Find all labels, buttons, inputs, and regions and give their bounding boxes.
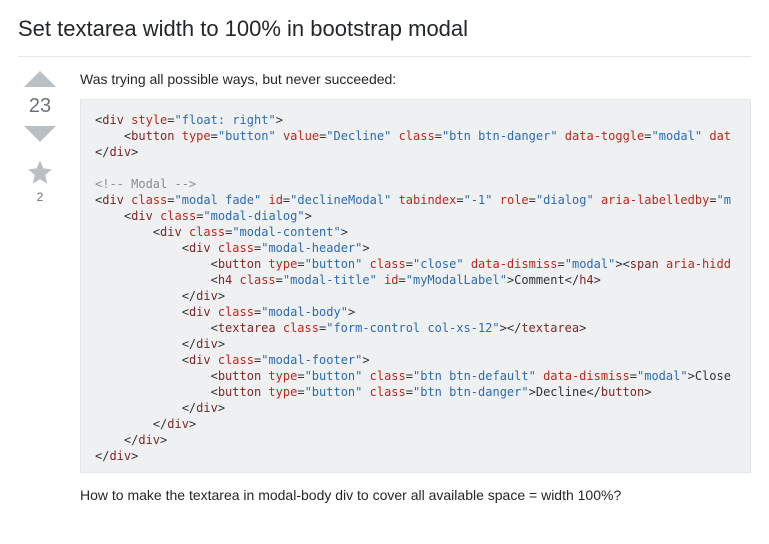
favorite-button[interactable] bbox=[24, 156, 56, 188]
question-body: 23 2 Was trying all possible ways, but n… bbox=[18, 71, 751, 503]
downvote-button[interactable] bbox=[24, 126, 56, 142]
divider bbox=[18, 56, 751, 57]
vote-column: 23 2 bbox=[18, 71, 62, 204]
favorite-count: 2 bbox=[37, 190, 44, 204]
code-content: <div style="float: right"> <button type=… bbox=[95, 112, 736, 464]
content-column: Was trying all possible ways, but never … bbox=[62, 71, 751, 503]
intro-text: Was trying all possible ways, but never … bbox=[80, 71, 751, 87]
star-icon bbox=[26, 158, 54, 186]
outro-text: How to make the textarea in modal-body d… bbox=[80, 487, 751, 503]
code-block[interactable]: <div style="float: right"> <button type=… bbox=[80, 99, 751, 473]
vote-count: 23 bbox=[29, 95, 51, 118]
upvote-button[interactable] bbox=[24, 71, 56, 87]
question-title: Set textarea width to 100% in bootstrap … bbox=[18, 16, 751, 42]
